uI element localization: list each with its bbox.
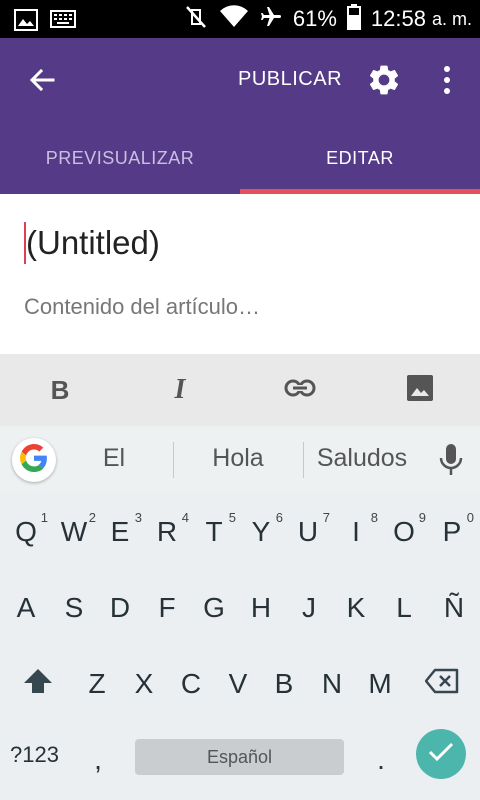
clock-time: 12:58: [370, 6, 426, 31]
voice-input-button[interactable]: [438, 443, 464, 477]
status-bar: 61% 12:58 a. m.: [0, 0, 480, 38]
wifi-icon: [219, 4, 249, 34]
key-f[interactable]: F: [143, 578, 191, 638]
key-c[interactable]: C: [167, 654, 215, 714]
key-j[interactable]: J: [285, 578, 333, 638]
shift-icon: [23, 668, 53, 701]
gear-icon: [366, 65, 402, 102]
post-title[interactable]: (Untitled): [26, 224, 160, 262]
insert-image-button[interactable]: [360, 354, 480, 426]
key-t[interactable]: T5: [190, 502, 238, 562]
settings-button[interactable]: [366, 62, 402, 98]
airplane-mode-icon: [259, 5, 283, 34]
key-u[interactable]: U7: [284, 502, 332, 562]
publish-button[interactable]: PUBLICAR: [238, 68, 342, 91]
battery-percent: 61%: [292, 6, 337, 31]
tab-preview[interactable]: PREVISUALIZAR: [0, 134, 240, 194]
tab-edit[interactable]: EDITAR: [240, 134, 480, 194]
google-g-icon: [20, 443, 48, 477]
key-q[interactable]: Q1: [2, 502, 50, 562]
suggestion-strip: El Hola Saludos: [0, 426, 480, 492]
title-field[interactable]: (Untitled): [24, 222, 160, 264]
image-icon: [14, 9, 38, 36]
editor: (Untitled) Contenido del artículo…: [0, 194, 480, 354]
key-s[interactable]: S: [50, 578, 98, 638]
key-i[interactable]: I8: [332, 502, 380, 562]
key-l[interactable]: L: [380, 578, 428, 638]
key-m[interactable]: M: [356, 654, 404, 714]
suggestion-divider: [173, 442, 174, 478]
key-k[interactable]: K: [332, 578, 380, 638]
suggestion-1[interactable]: El: [74, 444, 154, 473]
key-n[interactable]: N: [308, 654, 356, 714]
key-o[interactable]: O9: [380, 502, 428, 562]
checkmark-icon: [428, 742, 454, 767]
content-field[interactable]: Contenido del artículo…: [24, 294, 260, 320]
key-enie[interactable]: Ñ: [430, 578, 478, 638]
key-y[interactable]: Y6: [237, 502, 285, 562]
mute-vibrate-icon: [183, 4, 209, 35]
key-r[interactable]: R4: [143, 502, 191, 562]
key-x[interactable]: X: [120, 654, 168, 714]
suggestion-3[interactable]: Saludos: [310, 444, 414, 473]
insert-image-icon: [406, 374, 434, 407]
microphone-icon: [438, 444, 464, 481]
backspace-icon: [424, 668, 459, 701]
suggestion-2[interactable]: Hola: [188, 444, 288, 473]
key-w[interactable]: W2: [50, 502, 98, 562]
clock-ampm: a. m.: [431, 8, 472, 29]
keyboard: Q1 W2 E3 R4 T5 Y6 U7 I8 O9 P0 A S D F G …: [0, 492, 480, 800]
key-a[interactable]: A: [2, 578, 50, 638]
symbols-key[interactable]: ?123: [10, 742, 59, 768]
keyboard-icon: [50, 9, 76, 36]
backspace-button[interactable]: [418, 654, 466, 714]
tab-bar: PREVISUALIZAR EDITAR: [0, 134, 480, 194]
key-z[interactable]: Z: [73, 654, 121, 714]
more-options-button[interactable]: [432, 62, 462, 98]
app-bar: PUBLICAR PREVISUALIZAR EDITAR: [0, 38, 480, 194]
battery-icon: [346, 3, 361, 35]
bold-icon: B: [50, 374, 70, 405]
more-vert-icon: [444, 66, 450, 72]
key-comma[interactable]: ,: [74, 730, 122, 790]
link-icon: [284, 379, 316, 402]
key-v[interactable]: V: [214, 654, 262, 714]
google-button[interactable]: [12, 438, 56, 482]
bold-button[interactable]: B: [0, 354, 120, 426]
suggestion-divider: [303, 442, 304, 478]
arrow-left-icon: [29, 67, 55, 98]
space-bar[interactable]: Español: [135, 739, 344, 775]
key-period[interactable]: .: [357, 730, 405, 790]
key-g[interactable]: G: [190, 578, 238, 638]
key-h[interactable]: H: [237, 578, 285, 638]
key-e[interactable]: E3: [96, 502, 144, 562]
link-button[interactable]: [240, 354, 360, 426]
format-toolbar: B I: [0, 354, 480, 426]
shift-button[interactable]: [14, 654, 62, 714]
enter-button[interactable]: [416, 729, 466, 779]
italic-button[interactable]: I: [120, 354, 240, 426]
back-button[interactable]: [22, 62, 62, 102]
italic-icon: I: [174, 374, 186, 405]
key-d[interactable]: D: [96, 578, 144, 638]
key-p[interactable]: P0: [428, 502, 476, 562]
key-b[interactable]: B: [260, 654, 308, 714]
